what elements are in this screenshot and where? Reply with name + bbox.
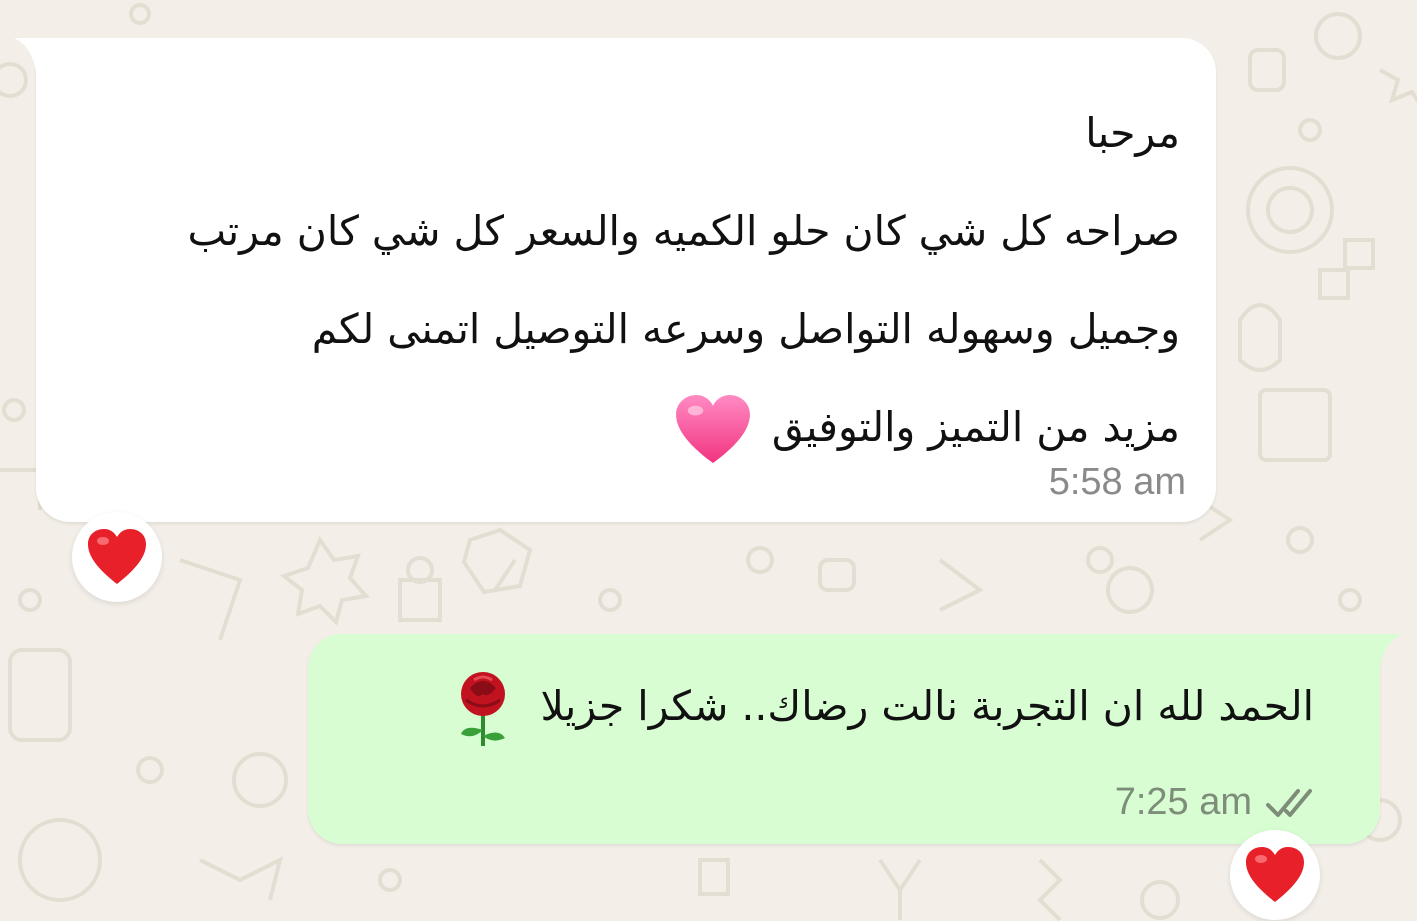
pink-heart-icon (675, 395, 750, 464)
message-meta: 7:25 am (1115, 781, 1322, 824)
bubble-tail (14, 38, 44, 72)
message-text: الحمد لله ان التجربة نالت رضاك.. شكرا جز… (354, 658, 1314, 754)
incoming-message-bubble[interactable]: مرحبا صراحه كل شي كان حلو الكميه والسعر … (14, 38, 1216, 522)
message-reaction[interactable] (1230, 830, 1320, 920)
message-timestamp: 7:25 am (1114, 781, 1252, 823)
double-check-icon (1266, 788, 1312, 817)
red-heart-icon (1246, 847, 1304, 902)
outgoing-message-bubble[interactable]: الحمد لله ان التجربة نالت رضاك.. شكرا جز… (308, 634, 1402, 844)
message-timestamp: 5:58 am (1048, 461, 1186, 503)
rose-icon (461, 672, 506, 746)
message-reaction[interactable] (72, 512, 162, 602)
message-text: مرحبا صراحه كل شي كان حلو الكميه والسعر … (60, 84, 1180, 476)
red-heart-icon (88, 529, 146, 584)
bubble-tail (1372, 634, 1402, 668)
